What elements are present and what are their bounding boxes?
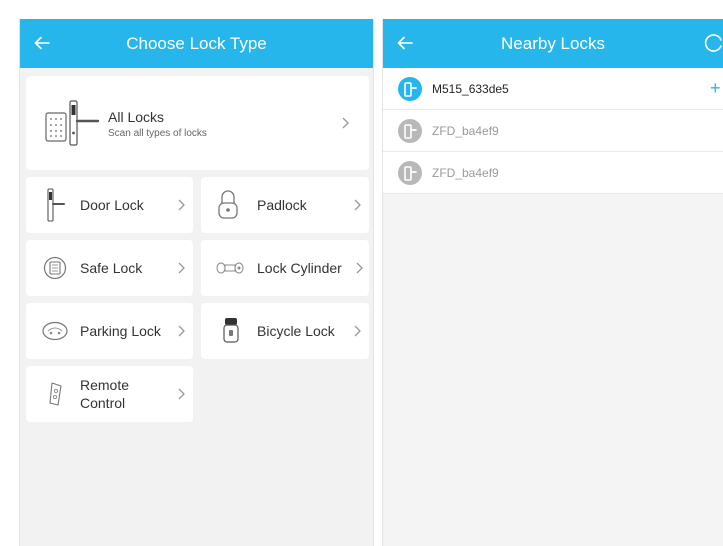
- door-lock-icon: [47, 188, 65, 222]
- lock-type-parking-lock[interactable]: Parking Lock: [26, 303, 193, 359]
- remote-control-label-line1: Remote: [80, 377, 130, 393]
- chevron-right-icon: [178, 325, 185, 337]
- lock-type-remote-control[interactable]: Remote Control: [26, 366, 193, 422]
- chevron-right-icon: [342, 117, 349, 129]
- lock-type-lock-cylinder[interactable]: Lock Cylinder: [201, 240, 369, 296]
- lock-icon: [398, 119, 422, 143]
- parking-lock-label: Parking Lock: [80, 323, 161, 339]
- lock-name: ZFD_ba4ef9: [432, 166, 499, 180]
- nearby-lock-row[interactable]: ZFD_ba4ef9: [383, 152, 723, 194]
- all-locks-card[interactable]: All Locks Scan all types of locks: [26, 76, 369, 170]
- lock-cylinder-label: Lock Cylinder: [257, 260, 342, 276]
- chevron-right-icon: [178, 262, 185, 274]
- lock-name: M515_633de5: [432, 82, 509, 96]
- lock-type-door-lock[interactable]: Door Lock: [26, 177, 193, 233]
- lock-type-bicycle-lock[interactable]: Bicycle Lock: [201, 303, 369, 359]
- page-title: Choose Lock Type: [126, 34, 267, 53]
- all-locks-label: All Locks: [108, 109, 165, 125]
- nav-bar: Choose Lock Type: [20, 19, 373, 68]
- remote-control-icon: [49, 382, 62, 406]
- choose-lock-type-screen: Choose Lock Type All Locks Scan all type…: [19, 19, 374, 546]
- padlock-label: Padlock: [257, 197, 307, 213]
- bicycle-lock-label: Bicycle Lock: [257, 323, 335, 339]
- nearby-lock-row[interactable]: ZFD_ba4ef9: [383, 110, 723, 152]
- bicycle-lock-icon: [223, 318, 239, 343]
- add-lock-button[interactable]: +: [710, 78, 723, 98]
- lock-cylinder-icon: [216, 262, 244, 274]
- page-title: Nearby Locks: [501, 34, 605, 53]
- padlock-icon: [218, 190, 238, 219]
- chevron-right-icon: [354, 199, 361, 211]
- parking-lock-icon: [42, 321, 68, 341]
- lock-icon: [398, 161, 422, 185]
- nearby-locks-screen: Nearby Locks M515_633de5 + ZFD_ba4ef9 ZF…: [382, 19, 723, 546]
- remote-control-label-line2: Control: [80, 395, 126, 411]
- lock-name: ZFD_ba4ef9: [432, 124, 499, 138]
- nearby-lock-row[interactable]: M515_633de5 +: [383, 68, 723, 110]
- chevron-right-icon: [178, 199, 185, 211]
- safe-lock-icon: [43, 256, 67, 280]
- nav-bar: Nearby Locks: [383, 19, 723, 68]
- lock-icon: [398, 77, 422, 101]
- all-locks-subtitle: Scan all types of locks: [108, 128, 207, 139]
- all-locks-icon: [45, 100, 100, 146]
- chevron-right-icon: [354, 325, 361, 337]
- lock-type-safe-lock[interactable]: Safe Lock: [26, 240, 193, 296]
- door-lock-label: Door Lock: [80, 197, 144, 213]
- safe-lock-label: Safe Lock: [80, 260, 143, 276]
- chevron-right-icon: [178, 388, 185, 400]
- chevron-right-icon: [356, 262, 363, 274]
- refresh-icon[interactable]: [703, 32, 723, 54]
- lock-type-padlock[interactable]: Padlock: [201, 177, 369, 233]
